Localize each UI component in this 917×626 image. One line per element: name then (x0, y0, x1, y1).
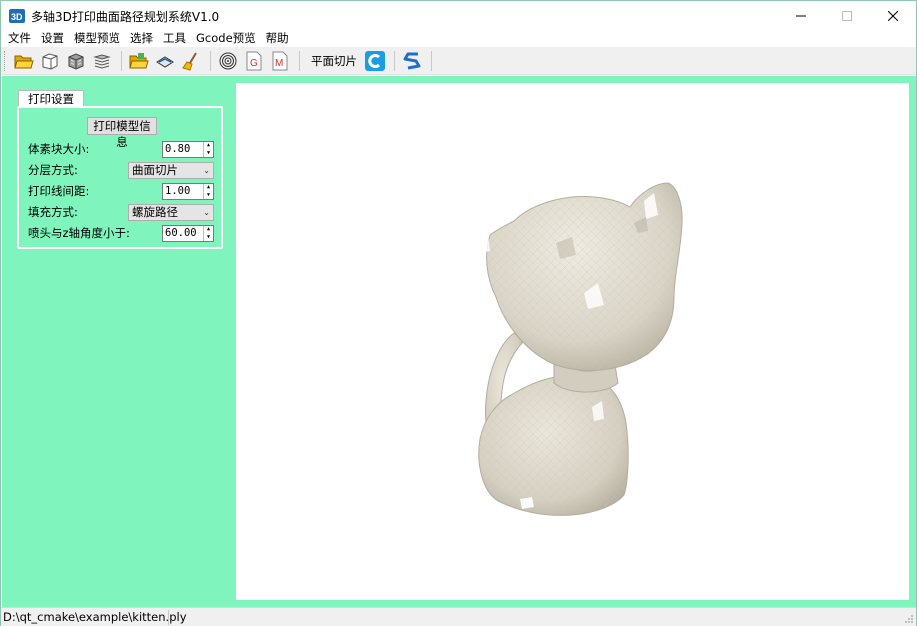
menu-file[interactable]: 文件 (3, 30, 36, 47)
slice-icon (156, 55, 174, 68)
voxel-button[interactable] (64, 49, 88, 73)
line-spacing-label: 打印线间距: (28, 184, 90, 198)
open-project-button[interactable] (127, 49, 151, 73)
toolbar-separator (121, 50, 122, 71)
up-arrow-icon[interactable]: ▲ (204, 142, 213, 150)
up-arrow-icon[interactable]: ▲ (204, 184, 213, 192)
file-path-status: D:\qt_cmake\example\kitten.ply (3, 610, 187, 624)
spiral-icon (219, 52, 237, 69)
menu-help[interactable]: 帮助 (261, 30, 294, 47)
toolbar-separator (394, 50, 395, 71)
up-arrow-icon[interactable]: ▲ (204, 226, 213, 234)
fill-method-value[interactable]: 螺旋路径 (132, 205, 178, 219)
nozzle-angle-spinbox[interactable]: 60.00 ▲ ▼ (162, 225, 214, 242)
nozzle-angle-label: 喷头与z轴角度小于: (28, 226, 130, 240)
chevron-down-icon[interactable]: ⌄ (203, 163, 210, 178)
menu-gcode-preview[interactable]: Gcode预览 (191, 30, 261, 47)
voxel-size-label: 体素块大小: (28, 142, 90, 156)
title-bar[interactable]: 3D 多轴3D打印曲面路径规划系统V1.0 (1, 1, 916, 31)
mcode-button[interactable]: M (268, 49, 292, 73)
layers-button[interactable] (90, 49, 114, 73)
voxel-size-value[interactable]: 0.80 (165, 143, 190, 155)
open-file-button[interactable] (12, 49, 36, 73)
resize-grip-icon[interactable] (904, 614, 914, 624)
print-model-info-button[interactable]: 打印模型信息 (87, 117, 157, 149)
svg-text:G: G (250, 58, 258, 69)
menu-bar: 文件 设置 模型预览 选择 工具 Gcode预览 帮助 (1, 30, 916, 47)
fill-method-label: 填充方式: (28, 205, 78, 219)
down-arrow-icon[interactable]: ▼ (204, 234, 213, 242)
minimize-icon (796, 15, 806, 17)
line-spacing-value[interactable]: 1.00 (165, 185, 190, 197)
open-folder-2-icon (129, 52, 149, 68)
app-window: 3D 多轴3D打印曲面路径规划系统V1.0 文件 设置 模型预览 选择 工具 G… (0, 0, 917, 626)
spiral-path-button[interactable] (216, 49, 240, 73)
minimize-button[interactable] (778, 1, 824, 31)
slice-button[interactable] (153, 49, 177, 73)
svg-text:3D: 3D (11, 12, 23, 22)
svg-text:M: M (275, 58, 283, 69)
plane-slice-button[interactable]: 平面切片 (305, 49, 363, 73)
cube-wireframe-icon (42, 52, 58, 70)
layering-label: 分层方式: (28, 163, 78, 177)
status-divider (168, 610, 169, 625)
kitten-3d-model[interactable] (236, 83, 909, 600)
cura-button[interactable] (363, 49, 387, 73)
nozzle-angle-stepper[interactable]: ▲ ▼ (203, 226, 213, 241)
simplify-button[interactable] (400, 49, 424, 73)
simplify-icon (403, 52, 421, 69)
layering-value[interactable]: 曲面切片 (132, 163, 178, 177)
gcode-file-icon: G (246, 51, 262, 70)
voxel-size-stepper[interactable]: ▲ ▼ (203, 142, 213, 157)
fill-method-select[interactable]: 螺旋路径 ⌄ (128, 204, 214, 221)
open-folder-icon (14, 55, 34, 68)
clear-button[interactable] (179, 49, 203, 73)
menu-tools[interactable]: 工具 (158, 30, 191, 47)
toolbar-separator (299, 50, 300, 71)
toolbar-grip[interactable] (4, 50, 7, 71)
nozzle-angle-value[interactable]: 60.00 (165, 227, 197, 239)
menu-settings[interactable]: 设置 (36, 30, 69, 47)
close-icon (888, 11, 898, 21)
chevron-down-icon[interactable]: ⌄ (203, 205, 210, 220)
line-spacing-spinbox[interactable]: 1.00 ▲ ▼ (162, 183, 214, 200)
maximize-button[interactable] (824, 1, 870, 31)
3d-viewport[interactable] (236, 83, 909, 600)
toolbar-separator (210, 50, 211, 71)
down-arrow-icon[interactable]: ▼ (204, 150, 213, 158)
app-3d-icon: 3D (9, 9, 25, 23)
toolbar-separator (431, 50, 432, 71)
close-button[interactable] (870, 1, 916, 31)
menu-model-preview[interactable]: 模型预览 (69, 30, 125, 47)
wireframe-button[interactable] (38, 49, 62, 73)
layers-icon (93, 53, 111, 69)
broom-icon (182, 51, 197, 71)
cura-icon (365, 50, 385, 71)
m-file-icon: M (272, 51, 288, 70)
voxel-size-spinbox[interactable]: 0.80 ▲ ▼ (162, 141, 214, 158)
status-bar: D:\qt_cmake\example\kitten.ply (1, 607, 916, 626)
voxel-cube-icon (68, 52, 84, 70)
layering-select[interactable]: 曲面切片 ⌄ (128, 162, 214, 179)
print-settings-panel: 打印模型信息 体素块大小: 0.80 ▲ ▼ 分层方式: 曲面切片 ⌄ 打印线间… (17, 106, 223, 249)
toolbar: G M 平面切片 (1, 47, 916, 75)
down-arrow-icon[interactable]: ▼ (204, 192, 213, 200)
gcode-button[interactable]: G (242, 49, 266, 73)
menu-select[interactable]: 选择 (125, 30, 158, 47)
window-title: 多轴3D打印曲面路径规划系统V1.0 (31, 9, 220, 24)
main-area: 打印设置 打印模型信息 体素块大小: 0.80 ▲ ▼ 分层方式: 曲面切片 ⌄… (2, 76, 916, 607)
line-spacing-stepper[interactable]: ▲ ▼ (203, 184, 213, 199)
maximize-icon (842, 11, 852, 21)
